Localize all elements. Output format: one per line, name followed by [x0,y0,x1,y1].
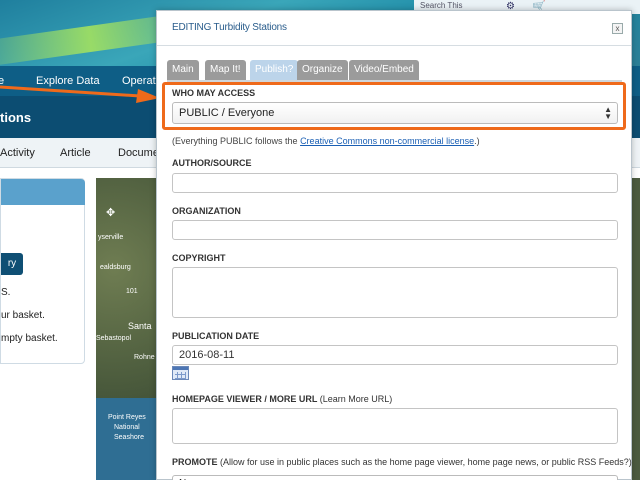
map-label: Point Reyes [108,414,146,421]
annotation-arrow-icon [0,85,160,103]
calendar-icon[interactable] [172,366,189,380]
map-label: Rohne [134,354,155,361]
map-label: Seashore [114,434,144,441]
edit-dialog: EDITING Turbidity Stations x Main Map It… [156,10,632,480]
license-link[interactable]: Creative Commons non-commercial license [300,136,474,146]
access-select-value: PUBLIC / Everyone [179,107,275,119]
access-select[interactable]: PUBLIC / Everyone ▲ ▼ [172,102,618,124]
tab-article[interactable]: Article [60,147,91,159]
tab-publish[interactable]: Publish? [250,60,299,80]
homepage-textarea[interactable] [172,408,618,444]
panel-text-1: S. [1,287,11,298]
tab-main[interactable]: Main [167,60,199,80]
close-button[interactable]: x [612,23,623,34]
basket-panel: ry S. ur basket. mpty basket. [0,178,85,364]
pubdate-input[interactable]: 2016-08-11 [172,345,618,365]
map-view[interactable]: ✥ yserville ealdsburg 101 Santa Sebastop… [96,178,156,480]
panel-text-2: ur basket. [1,310,45,321]
note-suffix: .) [474,136,480,146]
homepage-hint: (Learn More URL) [319,394,393,404]
map-pan-control-icon[interactable]: ✥ [106,206,115,219]
map-label: yserville [98,234,124,241]
map-label: Santa [128,321,152,331]
promote-label-text: PROMOTE [172,457,218,467]
copyright-textarea[interactable] [172,267,618,318]
select-arrows-icon: ▲ ▼ [604,105,612,121]
tab-document[interactable]: Docume [118,147,159,159]
promote-select[interactable]: No [172,475,618,480]
license-note: (Everything PUBLIC follows the Creative … [172,136,480,146]
author-input[interactable] [172,173,618,193]
tab-organize[interactable]: Organize [297,60,348,80]
homepage-label: HOMEPAGE VIEWER / MORE URL (Learn More U… [172,394,392,404]
search-text[interactable]: Search This [420,1,463,10]
map-label: ealdsburg [100,264,131,271]
tab-activity[interactable]: Activity [0,147,35,159]
promote-hint: (Allow for use in public places such as … [220,457,632,467]
copyright-label: COPYRIGHT [172,253,226,263]
page-title: tions [0,110,32,125]
panel-text-3: mpty basket. [1,333,58,344]
access-label: WHO MAY ACCESS [172,88,256,98]
note-prefix: (Everything PUBLIC follows the [172,136,301,146]
panel-button[interactable]: ry [1,253,23,275]
dialog-title: EDITING Turbidity Stations [172,22,287,33]
map-label: National [114,424,140,431]
tab-map-it[interactable]: Map It! [205,60,246,80]
map-label: 101 [126,288,138,295]
pubdate-label: PUBLICATION DATE [172,331,260,341]
tab-video-embed[interactable]: Video/Embed [349,60,419,80]
organization-label: ORGANIZATION [172,206,241,216]
map-label: Sebastopol [96,335,132,342]
author-label: AUTHOR/SOURCE [172,158,252,168]
promote-label: PROMOTE (Allow for use in public places … [172,457,632,467]
title-divider [157,45,631,46]
panel-header [1,179,85,205]
homepage-label-text: HOMEPAGE VIEWER / MORE URL [172,394,318,404]
organization-input[interactable] [172,220,618,240]
